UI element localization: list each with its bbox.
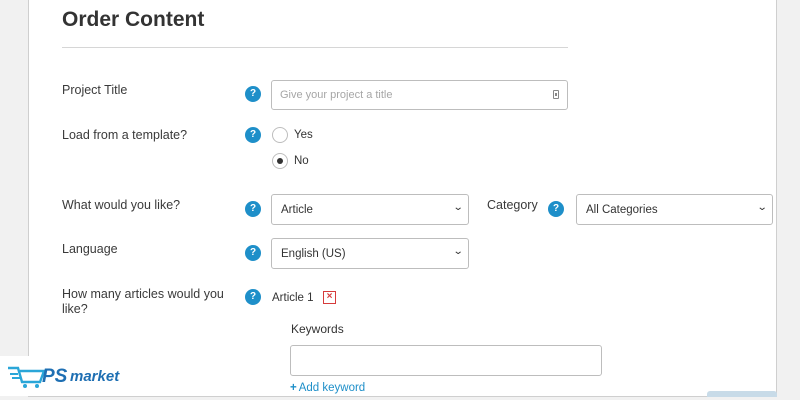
project-title-input[interactable]: Give your project a title: [271, 80, 568, 110]
project-title-label: Project Title: [62, 83, 128, 97]
order-content-panel: Order Content Project Title ? Give your …: [28, 0, 777, 397]
chevron-down-icon: ⌄: [452, 202, 464, 213]
language-label: Language: [62, 242, 118, 256]
title-divider: [62, 47, 568, 48]
plus-icon: +: [290, 382, 297, 394]
category-value: All Categories: [586, 204, 658, 216]
keywords-input[interactable]: [290, 345, 602, 376]
cart-icon: PS: [8, 366, 68, 388]
submit-button-edge[interactable]: [707, 391, 777, 397]
help-icon[interactable]: ?: [245, 127, 261, 143]
chevron-down-icon: ⌄: [756, 202, 768, 213]
chevron-down-icon: ⌄: [452, 246, 464, 257]
article-count-label-line1: How many articles would you: [62, 287, 224, 301]
template-yes-radio[interactable]: [272, 127, 288, 143]
help-icon[interactable]: ?: [245, 245, 261, 261]
help-icon[interactable]: ?: [245, 201, 261, 217]
page-title: Order Content: [62, 8, 205, 31]
brand-logo: PS market: [0, 356, 150, 396]
add-keyword-link[interactable]: + Add keyword: [290, 382, 365, 394]
category-label: Category: [487, 198, 538, 212]
template-label: Load from a template?: [62, 128, 188, 142]
keywords-label: Keywords: [291, 322, 344, 336]
field-icon: [553, 90, 559, 99]
brand-text: market: [70, 368, 120, 385]
template-no-radio[interactable]: [272, 153, 288, 169]
project-title-placeholder: Give your project a title: [280, 89, 393, 101]
help-icon[interactable]: ?: [245, 86, 261, 102]
brand-mark: PS: [42, 366, 68, 387]
content-type-label: What would you like?: [62, 198, 181, 212]
template-yes-label: Yes: [294, 129, 313, 141]
article-count-label-line2: like?: [62, 302, 88, 316]
help-icon[interactable]: ?: [245, 289, 261, 305]
category-select[interactable]: All Categories ⌄: [576, 194, 773, 225]
content-type-select[interactable]: Article ⌄: [271, 194, 469, 225]
help-icon[interactable]: ?: [548, 201, 564, 217]
content-type-value: Article: [281, 204, 313, 216]
language-select[interactable]: English (US) ⌄: [271, 238, 469, 269]
language-value: English (US): [281, 248, 346, 260]
article-label: Article 1: [272, 292, 314, 304]
template-no-label: No: [294, 155, 309, 167]
article-count-label: How many articles would you like?: [62, 287, 224, 317]
add-keyword-label: Add keyword: [298, 382, 366, 394]
close-icon[interactable]: ×: [323, 291, 336, 304]
